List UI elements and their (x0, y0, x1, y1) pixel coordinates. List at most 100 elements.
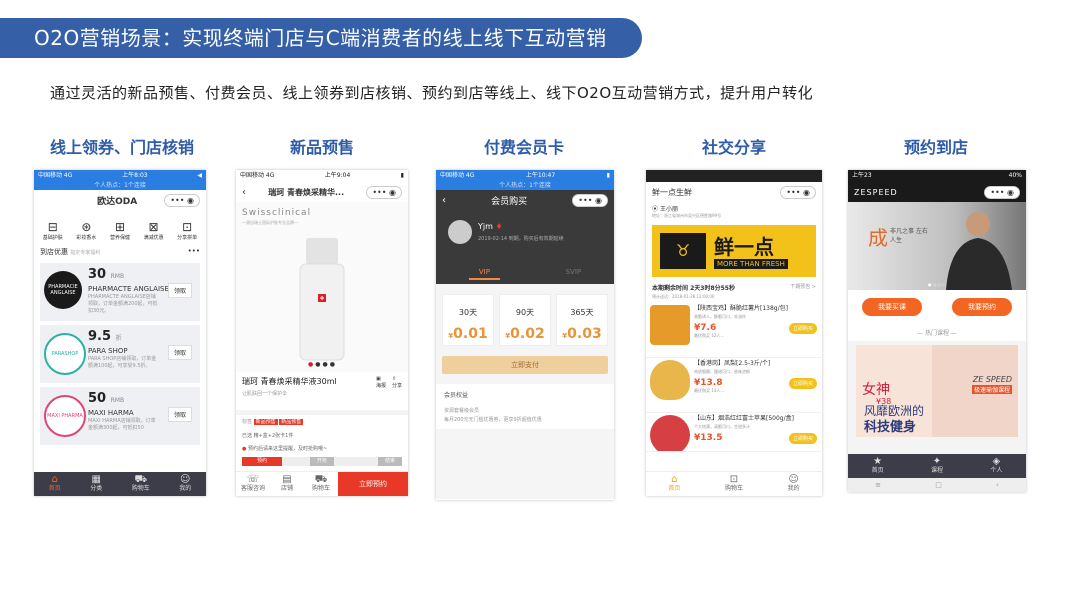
benefits-section: 会员权益 资源套餐级会员 每月200元无门槛优惠券，更享9折超值优惠 (436, 384, 614, 429)
product-item[interactable]: 【陕西宝鸡】酥脆红薯片[138g/包] 香脆诱人，酥脆可口，非油炸 ¥7.6 最… (646, 303, 822, 358)
tab-service[interactable]: ☏ 客服咨询 (236, 475, 270, 493)
page-title-banner: O2O营销场景：实现终端门店与C端消费者的线上线下互动营销 (0, 18, 642, 58)
book-button[interactable]: 我要预约 (952, 298, 1012, 316)
tab-home[interactable]: ⌂ 首页 (668, 475, 680, 493)
back-icon[interactable]: ‹ (442, 195, 446, 206)
category-icons: ⊟ 基础护肤 ⊛ 彩妆香水 ⊞ 营养保健 ⊠ 满减优惠 ⊡ 分享拼单 (34, 210, 206, 245)
tab-label: 个人 (990, 467, 1003, 474)
chat-icon: ☏ (246, 474, 260, 485)
product-image (650, 360, 690, 400)
category-health[interactable]: ⊞ 营养保健 (110, 220, 130, 241)
category-perfume[interactable]: ⊛ 彩妆香水 (76, 220, 96, 241)
coupon-unit: RMB (110, 397, 125, 404)
category-skincare[interactable]: ⊟ 基础护肤 (43, 220, 63, 241)
buy-button[interactable]: 立即购买 (788, 433, 817, 444)
tab-cart[interactable]: ⛟ 购物车 (132, 475, 150, 493)
buy-button[interactable]: 立即购买 (788, 378, 817, 389)
plan-list: 30天 ¥0.01 90天 ¥0.02 365天 ¥0.03 (436, 284, 614, 354)
action-label: 海报 (375, 383, 386, 389)
promo-subtitle: 极速瑜伽课程 (971, 385, 1012, 394)
capsule-menu[interactable]: ••• ◉ (164, 193, 200, 207)
reserve-button[interactable]: 立即预约 (338, 472, 408, 496)
tab-label: 首页 (668, 485, 681, 492)
promo-brand: ZE SPEED (972, 375, 1012, 384)
product-tag: 最优购买 (694, 333, 710, 338)
battery-icon: ▮ (400, 172, 404, 179)
square-icon[interactable]: □ (935, 478, 942, 492)
next-preview-link[interactable]: 下期预告 > (790, 283, 816, 292)
product-title: 【山东】烟浩红红富士苹果[500g/盒] (694, 415, 794, 422)
product-item[interactable]: 【香港岗】凤梨[2.5-3斤/个] 肉质细嫩、酸甜可口，香味浓郁 ¥13.8 最… (646, 358, 822, 413)
tab-course[interactable]: ✦ 课程 (931, 457, 943, 475)
nav-bar: ‹ 瑞珂 青春焕采精华... ••• ◉ (236, 182, 408, 202)
phone-social-screen: 鲜一点生鲜 ••• ◉ ⦿ 王小丽 地址：浙江省湖州市吴兴区德胜路99号 ♉ 鲜… (646, 170, 822, 496)
phone-coupon-screen: 中国移动 4G 上午8:03 ◀ 个人热点：1个连接 欧达ODA ••• ◉ ⊟… (34, 170, 206, 496)
coupon-desc: MAXI HARMA店铺领取，订单金额满300起，可抵扣50 (88, 418, 156, 431)
carousel-dots[interactable]: ●●●● (308, 361, 337, 368)
store-icon: ▤ (282, 474, 292, 485)
plan-card[interactable]: 30天 ¥0.01 (442, 294, 494, 346)
hero-banner[interactable]: ♉ 鲜一点 MORE THAN FRESH (652, 225, 816, 277)
capsule-menu[interactable]: ••• ◉ (984, 185, 1020, 199)
tab-bar: ⌂ 首页 ⊡ 购物车 ☺ 我的 (646, 471, 822, 496)
category-discount[interactable]: ⊠ 满减优惠 (144, 220, 164, 241)
shop-owner: 王小丽 (659, 206, 678, 213)
section-title: 热门课程 (924, 330, 949, 337)
tab-category[interactable]: ▦ 分类 (90, 475, 102, 493)
hero-subtitle: MORE THAN FRESH (714, 259, 788, 269)
column-label-presale: 新品预售 (289, 138, 354, 157)
tab-bar: ⌂ 首页 ▦ 分类 ⛟ 购物车 ☺ 我的 (34, 472, 206, 496)
tab-me[interactable]: ☺ 我的 (179, 475, 191, 493)
tab-home[interactable]: ★ 首页 (872, 457, 884, 475)
capsule-menu[interactable]: ••• ◉ (366, 185, 402, 199)
carousel-dots[interactable]: ● ○ ○ ○ (928, 282, 946, 287)
plan-days: 90天 (515, 308, 535, 317)
plan-card[interactable]: 90天 ¥0.02 (499, 294, 551, 346)
clock-text: 上午8:03 (122, 172, 148, 179)
countdown-text: 本期剩余时间 2天3时8分55秒 (652, 285, 735, 292)
tab-me[interactable]: ☺ 我的 (788, 475, 800, 493)
course-card[interactable]: 女神 ¥38 ZE SPEED 极速瑜伽课程 风靡欧洲的 科技健身 (856, 345, 1018, 437)
tab-me[interactable]: ◈ 个人 (990, 457, 1002, 475)
claim-button[interactable]: 领取 (167, 345, 192, 360)
category-groupbuy[interactable]: ⊡ 分享拼单 (177, 220, 197, 241)
store-logo: PHARMACIE ANGLAISE (44, 271, 82, 309)
capsule-menu[interactable]: ••• ◉ (572, 193, 608, 207)
selected-spec[interactable]: 已选 精+盒+2张卡1件 (236, 428, 408, 443)
clock-text: 上午23 (852, 172, 872, 179)
claim-button[interactable]: 领取 (167, 283, 192, 298)
product-gallery[interactable]: Swissclinical —源自瑞士国际护肤专业品牌— ●●●● (236, 202, 408, 372)
pay-button[interactable]: 立即支付 (442, 356, 608, 374)
bell-icon: ● (242, 446, 247, 452)
share-icon[interactable]: ⇪ 分享 (392, 376, 402, 389)
hero-banner[interactable]: 成 非凡之事 左右人生 ● ○ ○ ○ (848, 202, 1026, 290)
action-buttons: 我要买课 我要预约 (848, 290, 1026, 324)
tab-vip[interactable]: VIP (468, 268, 500, 280)
capsule-menu[interactable]: ••• ◉ (780, 185, 816, 199)
tab-home[interactable]: ⌂ 首页 (49, 475, 61, 493)
share-icon: ⊡ (182, 220, 193, 234)
poster-icon[interactable]: ▣ 海报 (376, 376, 386, 389)
back-icon[interactable]: ‹ (996, 478, 999, 492)
tab-svip[interactable]: SVIP (566, 268, 582, 280)
menu-icon[interactable]: ≡ (875, 478, 881, 492)
buy-course-button[interactable]: 我要买课 (862, 298, 922, 316)
back-icon[interactable]: ‹ (242, 187, 246, 198)
tab-store[interactable]: ▤ 店铺 (270, 475, 304, 493)
status-bar: 中国移动 4G 上午9:04 ▮ (236, 170, 408, 182)
product-item[interactable]: 【山东】烟浩红红富士苹果[500g/盒] 个大饱满，清脆可口，甘甜多汁 ¥13.… (646, 413, 822, 452)
more-icon[interactable]: ••• (188, 247, 200, 257)
claim-button[interactable]: 领取 (167, 407, 192, 422)
coupon-card: PHARMACIE ANGLAISE 30 RMB PHARMACTE ANGL… (40, 263, 200, 321)
plan-card[interactable]: 365天 ¥0.03 (556, 294, 608, 346)
tab-cart[interactable]: ⊡ 购物车 (725, 475, 743, 493)
tab-cart[interactable]: ⛟ 购物车 (304, 475, 338, 493)
column-label-booking: 预约到店 (903, 138, 968, 157)
home-icon: ⌂ (51, 474, 58, 485)
tab-label: 购物车 (724, 485, 743, 492)
tab-label: 首页 (871, 467, 884, 474)
coupon-desc: PARA SHOP店铺领取，订单金额满100起，可享受9.5折。 (88, 356, 157, 369)
store-name: MAXI HARMA (88, 409, 134, 417)
nav-title: 会员购买 (491, 196, 528, 207)
buy-button[interactable]: 立即购买 (788, 323, 817, 334)
